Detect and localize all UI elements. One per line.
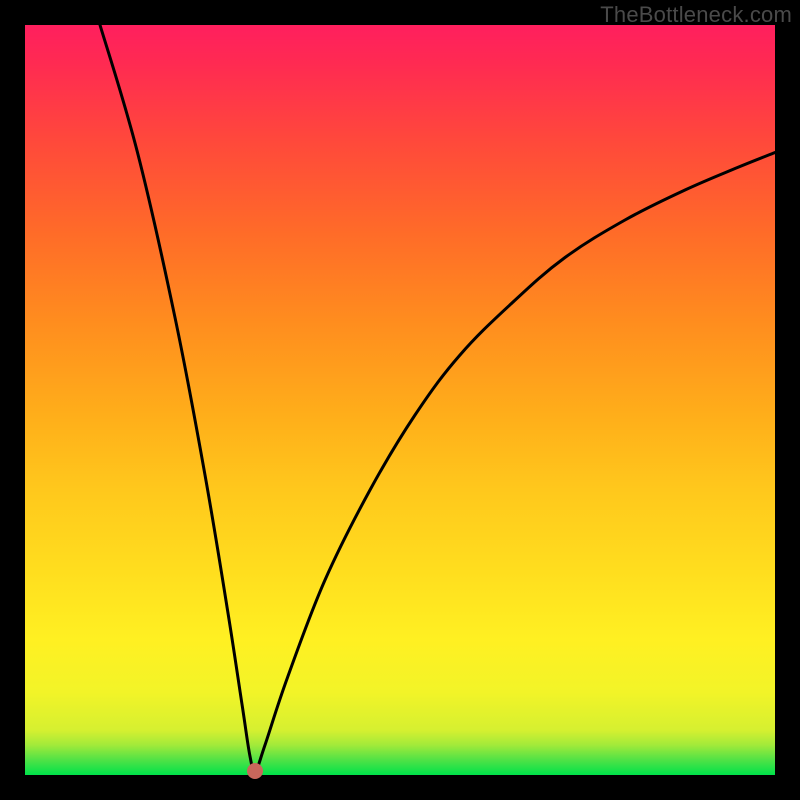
chart-frame: [25, 25, 775, 775]
bottleneck-curve: [25, 25, 775, 775]
optimal-point-marker: [247, 763, 263, 779]
